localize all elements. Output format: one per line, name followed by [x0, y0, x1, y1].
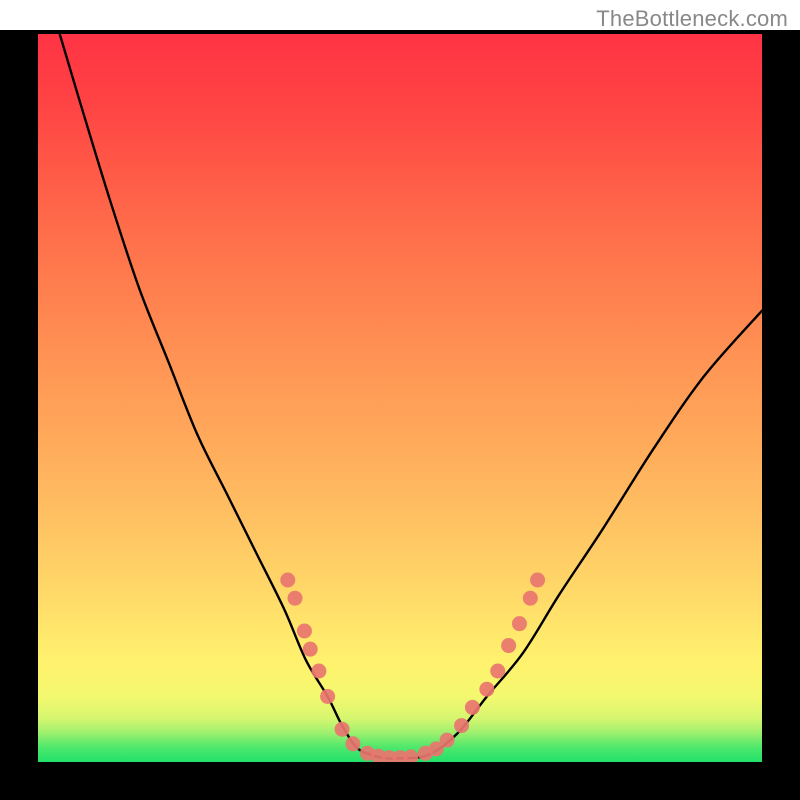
data-point — [440, 733, 455, 748]
data-point — [523, 591, 538, 606]
watermark-text: TheBottleneck.com — [596, 6, 788, 32]
data-point — [454, 718, 469, 733]
data-point — [490, 664, 505, 679]
data-point — [465, 700, 480, 715]
data-point — [530, 573, 545, 588]
data-point — [501, 638, 516, 653]
data-point — [345, 736, 360, 751]
bottleneck-curve — [60, 34, 762, 759]
data-points — [280, 573, 545, 763]
data-point — [403, 749, 418, 762]
data-point — [280, 573, 295, 588]
chart-overlay — [38, 34, 762, 762]
data-point — [512, 616, 527, 631]
data-point — [288, 591, 303, 606]
data-point — [303, 642, 318, 657]
data-point — [335, 722, 350, 737]
curve-path — [60, 34, 762, 759]
data-point — [311, 664, 326, 679]
data-point — [297, 623, 312, 638]
data-point — [479, 682, 494, 697]
data-point — [320, 689, 335, 704]
plot-area — [38, 34, 762, 762]
chart-frame — [0, 30, 800, 800]
